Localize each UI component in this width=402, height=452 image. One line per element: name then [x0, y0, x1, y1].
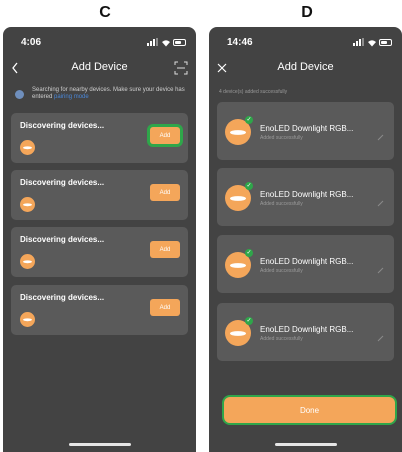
status-icons [147, 38, 186, 46]
card-title: Discovering devices... [20, 178, 105, 187]
phone-screen-c: 4:06 Add Device Searching for nearby dev… [3, 27, 196, 452]
check-icon: ✓ [245, 249, 253, 257]
status-bar: 14:46 [209, 37, 402, 51]
add-button[interactable]: Add [150, 127, 180, 144]
home-indicator[interactable] [68, 443, 131, 446]
device-status: Added successfully [260, 201, 303, 207]
add-button[interactable]: Add [150, 241, 180, 258]
check-icon: ✓ [245, 317, 253, 325]
device-status: Added successfully [260, 135, 303, 141]
battery-icon [173, 38, 186, 46]
device-card[interactable]: ✓ EnoLED Downlight RGB... Added successf… [217, 303, 394, 361]
card-title: Discovering devices... [20, 293, 105, 302]
device-card[interactable]: ✓ EnoLED Downlight RGB... Added successf… [217, 102, 394, 160]
device-name: EnoLED Downlight RGB... [260, 124, 354, 133]
search-radar-icon [15, 90, 24, 99]
device-card[interactable]: ✓ EnoLED Downlight RGB... Added successf… [217, 235, 394, 293]
device-name: EnoLED Downlight RGB... [260, 257, 354, 266]
page-title: Add Device [277, 61, 334, 73]
page-title: Add Device [71, 61, 128, 73]
discovery-card: Discovering devices... Add [11, 113, 188, 163]
downlight-icon [20, 197, 35, 212]
downlight-icon [20, 140, 35, 155]
pairing-mode-link[interactable]: pairing mode [54, 94, 89, 100]
done-button[interactable]: Done [224, 397, 395, 423]
edit-icon[interactable] [377, 261, 384, 274]
status-time: 14:46 [227, 37, 253, 48]
check-icon: ✓ [245, 182, 253, 190]
discovery-card: Discovering devices... Add [11, 285, 188, 335]
status-time: 4:06 [21, 37, 42, 48]
scan-icon[interactable] [174, 61, 188, 75]
panel-label-c: C [99, 4, 111, 21]
wifi-icon [161, 39, 170, 46]
discovery-card: Discovering devices... Add [11, 170, 188, 220]
card-title: Discovering devices... [20, 121, 105, 130]
edit-icon[interactable] [377, 194, 384, 207]
device-status: Added successfully [260, 336, 303, 342]
device-card[interactable]: ✓ EnoLED Downlight RGB... Added successf… [217, 168, 394, 226]
phone-screen-d: 14:46 Add Device 4 device(s) added succe… [209, 27, 402, 452]
nav-bar: Add Device [3, 59, 196, 79]
signal-icon [147, 38, 158, 46]
home-indicator[interactable] [274, 443, 337, 446]
device-name: EnoLED Downlight RGB... [260, 325, 354, 334]
status-bar: 4:06 [3, 37, 196, 51]
edit-icon[interactable] [377, 128, 384, 141]
check-icon: ✓ [245, 116, 253, 124]
add-button[interactable]: Add [150, 299, 180, 316]
device-name: EnoLED Downlight RGB... [260, 190, 354, 199]
search-hint: Searching for nearby devices. Make sure … [13, 87, 186, 109]
add-button[interactable]: Add [150, 184, 180, 201]
edit-icon[interactable] [377, 329, 384, 342]
wifi-icon [367, 39, 376, 46]
card-title: Discovering devices... [20, 235, 105, 244]
battery-icon [379, 38, 392, 46]
signal-icon [353, 38, 364, 46]
discovery-card: Discovering devices... Add [11, 227, 188, 277]
downlight-icon [20, 312, 35, 327]
device-status: Added successfully [260, 268, 303, 274]
nav-bar: Add Device [209, 59, 402, 79]
downlight-icon [20, 254, 35, 269]
status-icons [353, 38, 392, 46]
added-count-caption: 4 device(s) added successfully [219, 89, 288, 95]
panel-label-d: D [301, 4, 313, 21]
